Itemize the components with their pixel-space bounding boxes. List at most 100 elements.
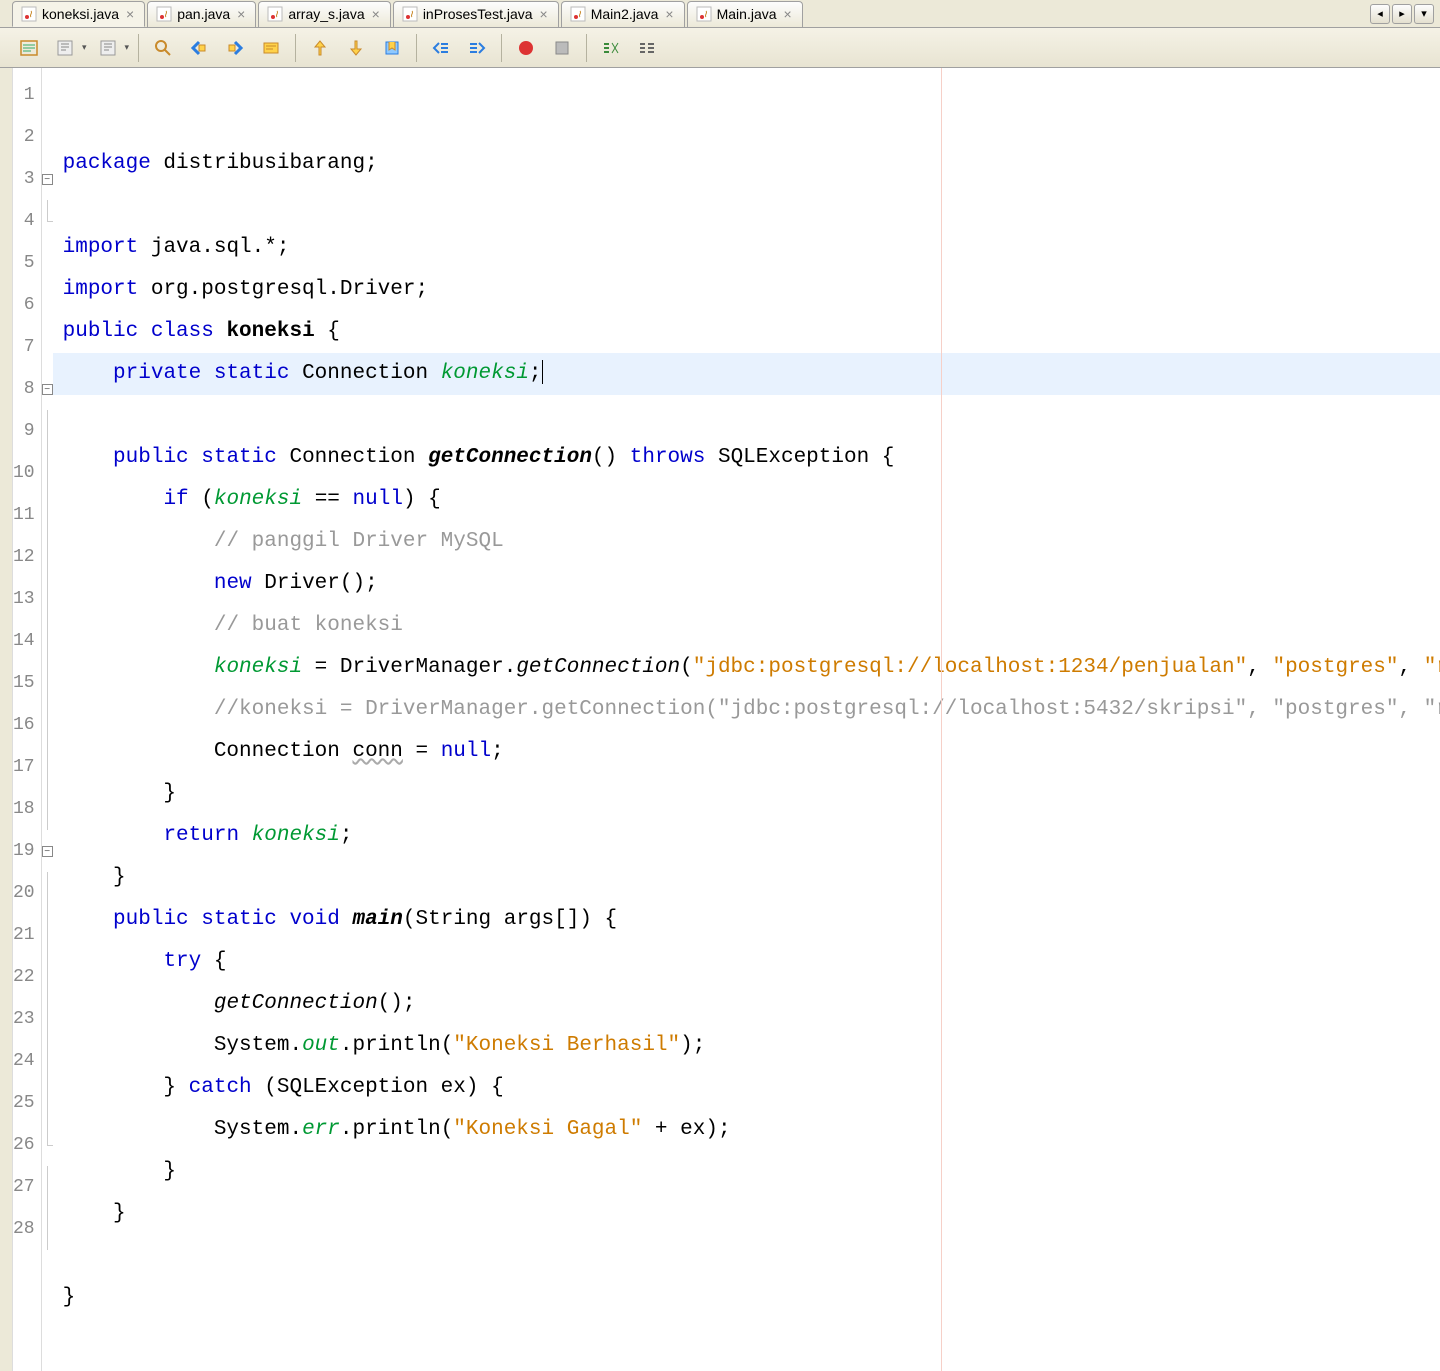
line-number[interactable]: 14 [13, 620, 41, 662]
code-line[interactable] [53, 185, 1440, 227]
code-line[interactable]: getConnection(); [53, 983, 1440, 1025]
fold-column[interactable]: − − − [42, 68, 53, 1371]
line-number[interactable]: 15 [13, 662, 41, 704]
code-line[interactable]: // panggil Driver MySQL [53, 521, 1440, 563]
line-number[interactable]: 2 [13, 116, 41, 158]
toggle-highlight-icon[interactable] [256, 33, 286, 63]
file-tab[interactable]: array_s.java× [258, 1, 390, 27]
fold-cell [42, 242, 53, 284]
line-number[interactable]: 27 [13, 1166, 41, 1208]
code-line[interactable]: Connection conn = null; [53, 731, 1440, 773]
shift-right-icon[interactable] [462, 33, 492, 63]
fold-cell[interactable]: − [42, 368, 53, 410]
uncomment-icon[interactable] [632, 33, 662, 63]
close-icon[interactable]: × [663, 6, 675, 22]
find-next-icon[interactable] [220, 33, 250, 63]
line-number[interactable]: 24 [13, 1040, 41, 1082]
file-tab[interactable]: Main.java× [687, 1, 803, 27]
file-tab[interactable]: pan.java× [147, 1, 256, 27]
close-icon[interactable]: × [370, 6, 382, 22]
code-line[interactable]: import org.postgresql.Driver; [53, 269, 1440, 311]
history-fwd-icon[interactable] [93, 33, 123, 63]
code-line[interactable]: System.out.println("Koneksi Berhasil"); [53, 1025, 1440, 1067]
tab-scroll-left[interactable]: ◂ [1370, 4, 1390, 24]
toggle-bookmark-icon[interactable] [377, 33, 407, 63]
line-number[interactable]: 19 [13, 830, 41, 872]
code-line[interactable]: } catch (SQLException ex) { [53, 1067, 1440, 1109]
line-number[interactable]: 25 [13, 1082, 41, 1124]
line-number[interactable]: 7 [13, 326, 41, 368]
fold-cell[interactable] [42, 1124, 53, 1166]
file-tab[interactable]: inProsesTest.java× [393, 1, 559, 27]
close-icon[interactable]: × [538, 6, 550, 22]
code-line[interactable]: public static void main(String args[]) { [53, 899, 1440, 941]
tab-list-dropdown[interactable]: ▾ [1414, 4, 1434, 24]
comment-icon[interactable] [596, 33, 626, 63]
line-number[interactable]: 22 [13, 956, 41, 998]
code-line[interactable]: private static Connection koneksi; [53, 353, 1440, 395]
line-number[interactable]: 3 [13, 158, 41, 200]
code-line[interactable]: public class koneksi { [53, 311, 1440, 353]
code-line[interactable]: } [53, 857, 1440, 899]
fold-toggle-icon[interactable]: − [42, 384, 53, 395]
fold-cell[interactable]: − [42, 830, 53, 872]
line-number[interactable]: 21 [13, 914, 41, 956]
line-number[interactable]: 26 [13, 1124, 41, 1166]
find-selection-icon[interactable] [148, 33, 178, 63]
line-number[interactable]: 16 [13, 704, 41, 746]
line-number[interactable]: 28 [13, 1208, 41, 1250]
code-line[interactable]: } [53, 1277, 1440, 1319]
close-icon[interactable]: × [782, 6, 794, 22]
code-line[interactable]: System.err.println("Koneksi Gagal" + ex)… [53, 1109, 1440, 1151]
code-line[interactable]: try { [53, 941, 1440, 983]
line-number[interactable]: 8 [13, 368, 41, 410]
line-number[interactable]: 13 [13, 578, 41, 620]
code-line[interactable]: return koneksi; [53, 815, 1440, 857]
line-number[interactable]: 17 [13, 746, 41, 788]
next-bookmark-icon[interactable] [341, 33, 371, 63]
line-number[interactable]: 10 [13, 452, 41, 494]
fold-toggle-icon[interactable]: − [42, 174, 53, 185]
code-line[interactable]: //koneksi = DriverManager.getConnection(… [53, 689, 1440, 731]
file-tab[interactable]: koneksi.java× [12, 1, 145, 27]
find-prev-icon[interactable] [184, 33, 214, 63]
code-line[interactable]: } [53, 1151, 1440, 1193]
code-line[interactable]: new Driver(); [53, 563, 1440, 605]
line-number[interactable]: 11 [13, 494, 41, 536]
code-line[interactable]: package distribusibarang; [53, 143, 1440, 185]
line-number[interactable]: 6 [13, 284, 41, 326]
macro-record-icon[interactable] [511, 33, 541, 63]
tab-scroll-right[interactable]: ▸ [1392, 4, 1412, 24]
code-editor[interactable]: 1234567891011121314151617181920212223242… [12, 68, 1440, 1371]
close-icon[interactable]: × [235, 6, 247, 22]
code-line[interactable] [53, 1235, 1440, 1277]
code-content[interactable]: package distribusibarang; import java.sql… [53, 68, 1440, 1371]
code-line[interactable]: } [53, 1193, 1440, 1235]
code-line[interactable]: koneksi = DriverManager.getConnection("j… [53, 647, 1440, 689]
prev-bookmark-icon[interactable] [305, 33, 335, 63]
line-number[interactable]: 1 [13, 74, 41, 116]
line-number[interactable]: 5 [13, 242, 41, 284]
shift-left-icon[interactable] [426, 33, 456, 63]
code-line[interactable]: } [53, 773, 1440, 815]
line-number-gutter[interactable]: 1234567891011121314151617181920212223242… [13, 68, 42, 1371]
code-line[interactable]: // buat koneksi [53, 605, 1440, 647]
code-line[interactable] [53, 395, 1440, 437]
close-icon[interactable]: × [124, 6, 136, 22]
line-number[interactable]: 20 [13, 872, 41, 914]
line-number[interactable]: 18 [13, 788, 41, 830]
fold-cell[interactable]: − [42, 158, 53, 200]
source-button-icon[interactable] [14, 33, 44, 63]
history-back-icon[interactable] [50, 33, 80, 63]
macro-stop-icon[interactable] [547, 33, 577, 63]
line-number[interactable]: 4 [13, 200, 41, 242]
code-line[interactable]: if (koneksi == null) { [53, 479, 1440, 521]
line-number[interactable]: 12 [13, 536, 41, 578]
code-line[interactable]: public static Connection getConnection()… [53, 437, 1440, 479]
file-tab[interactable]: Main2.java× [561, 1, 685, 27]
line-number[interactable]: 23 [13, 998, 41, 1040]
fold-cell[interactable] [42, 200, 53, 242]
code-line[interactable]: import java.sql.*; [53, 227, 1440, 269]
fold-toggle-icon[interactable]: − [42, 846, 53, 857]
line-number[interactable]: 9 [13, 410, 41, 452]
